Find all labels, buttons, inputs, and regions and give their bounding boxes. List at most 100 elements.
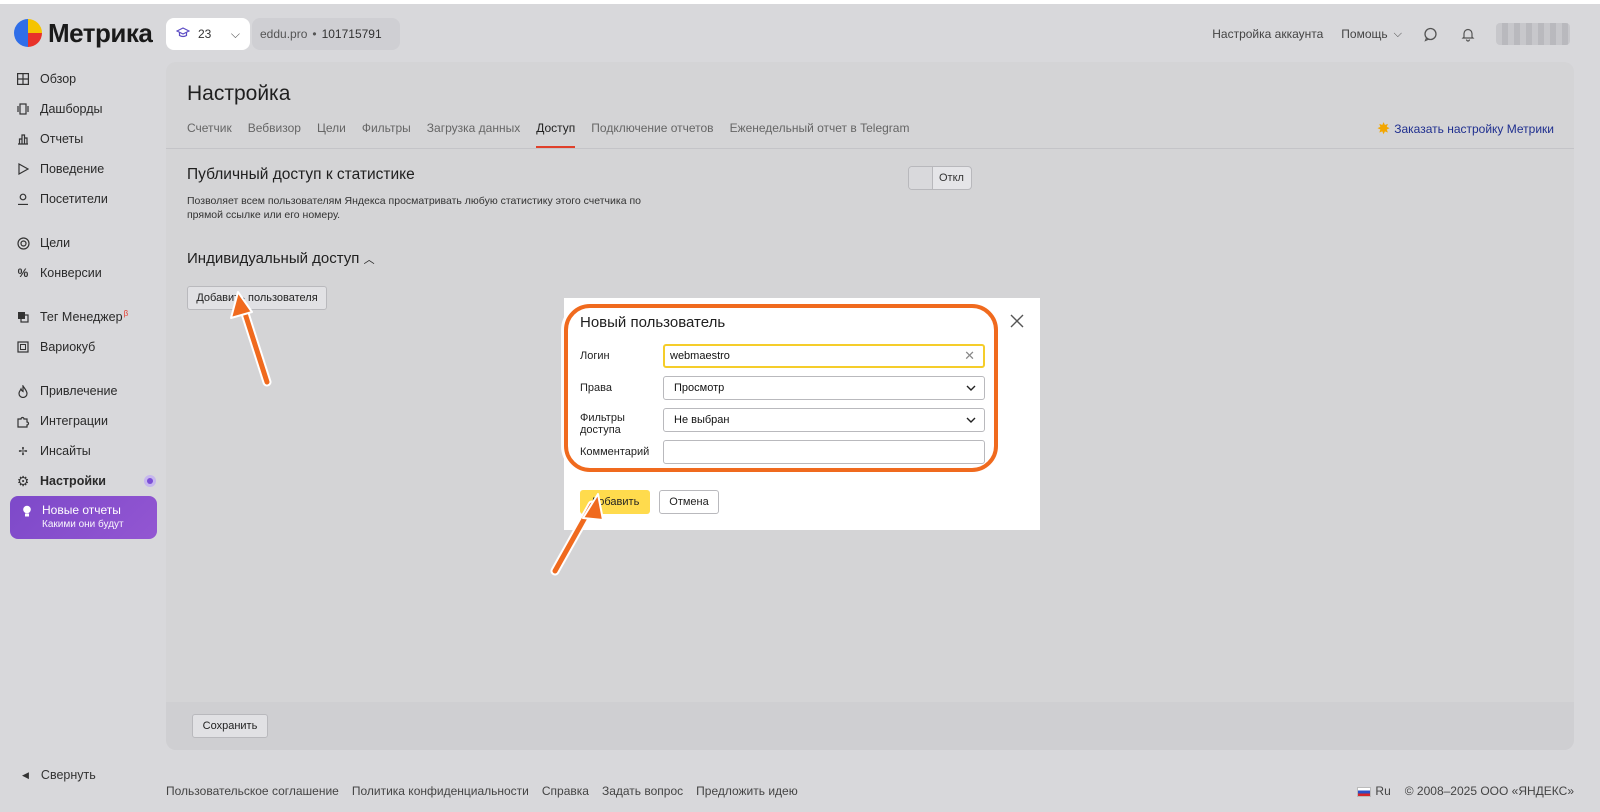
rights-select[interactable]: Просмотр bbox=[663, 376, 985, 400]
language-switcher[interactable]: Ru bbox=[1357, 784, 1391, 798]
app-frame: Метрика 23 ⌵ eddu.pro • 101715791 Настро… bbox=[0, 4, 1600, 812]
counter-select[interactable]: 23 ⌵ bbox=[166, 18, 250, 50]
sidebar-item-overview[interactable]: Обзор bbox=[16, 66, 156, 92]
sparkle-icon: ✢ bbox=[18, 445, 28, 458]
sidebar-item-label: Цели bbox=[40, 236, 71, 250]
sidebar-item-goals[interactable]: Цели bbox=[16, 230, 156, 256]
counter-number: 23 bbox=[198, 27, 212, 41]
sidebar-item-tag-manager[interactable]: Тег Менеджерβ bbox=[16, 304, 156, 330]
chevron-down-icon: ⌵ bbox=[1393, 27, 1402, 40]
toggle-knob bbox=[909, 167, 933, 189]
add-user-button[interactable]: Добавить пользователя bbox=[187, 286, 327, 310]
new-user-dialog: Новый пользователь Логин webmaestro ✕ Пр… bbox=[564, 298, 1040, 530]
public-access-description: Позволяет всем пользователям Яндекса про… bbox=[187, 195, 641, 221]
new-reports-promo[interactable]: Новые отчеты Какими они будут bbox=[10, 496, 157, 539]
login-field[interactable]: webmaestro ✕ bbox=[663, 344, 985, 368]
public-access-toggle[interactable]: Откл bbox=[908, 166, 972, 190]
sidebar-item-variocube[interactable]: Вариокуб bbox=[16, 334, 156, 360]
tab-counter[interactable]: Счетчик bbox=[187, 118, 232, 148]
rights-value: Просмотр bbox=[674, 382, 725, 394]
bell-icon[interactable] bbox=[1458, 24, 1478, 44]
puzzle-icon bbox=[16, 414, 30, 428]
sidebar-item-acquisition[interactable]: Привлечение bbox=[16, 378, 156, 404]
save-button[interactable]: Сохранить bbox=[192, 714, 268, 738]
percent-icon: % bbox=[17, 266, 29, 280]
chevron-down-icon bbox=[966, 414, 976, 426]
gear-icon: ⚙ bbox=[16, 472, 30, 489]
graduation-cap-icon bbox=[175, 26, 191, 42]
tab-access[interactable]: Доступ bbox=[536, 118, 576, 148]
add-button[interactable]: Добавить bbox=[580, 490, 650, 514]
chat-icon[interactable] bbox=[1420, 24, 1440, 44]
tab-webvisor[interactable]: Вебвизор bbox=[248, 118, 301, 148]
comment-label: Комментарий bbox=[580, 446, 650, 458]
sidebar-item-dashboards[interactable]: Дашборды bbox=[16, 96, 156, 122]
footer-link-help[interactable]: Справка bbox=[542, 784, 589, 798]
sidebar-item-label: Инсайты bbox=[40, 444, 91, 458]
sidebar-item-behavior[interactable]: Поведение bbox=[16, 156, 156, 182]
sidebar-item-label: Дашборды bbox=[40, 102, 103, 116]
save-bar: Сохранить bbox=[166, 702, 1574, 750]
tab-telegram-report[interactable]: Еженедельный отчет в Telegram bbox=[730, 118, 910, 148]
sidebar-item-conversions[interactable]: % Конверсии bbox=[16, 260, 156, 286]
sidebar-item-visitors[interactable]: Посетители bbox=[16, 186, 156, 212]
public-access-title: Публичный доступ к статистике bbox=[187, 166, 415, 183]
footer-right: Ru © 2008–2025 ООО «ЯНДЕКС» bbox=[1357, 784, 1574, 798]
comment-field[interactable] bbox=[663, 440, 985, 464]
site-separator: • bbox=[312, 27, 317, 41]
avatar[interactable] bbox=[1496, 23, 1570, 45]
sidebar-item-reports[interactable]: Отчеты bbox=[16, 126, 156, 152]
sidebar-item-label: Настройки bbox=[40, 474, 106, 488]
sidebar-item-label: Интеграции bbox=[40, 414, 109, 428]
chevron-up-icon: ︿ bbox=[363, 254, 375, 266]
tab-data-upload[interactable]: Загрузка данных bbox=[427, 118, 520, 148]
sidebar-item-insights[interactable]: ✢ Инсайты bbox=[16, 438, 156, 464]
tab-filters[interactable]: Фильтры bbox=[362, 118, 411, 148]
sidebar-item-label: Вариокуб bbox=[40, 340, 96, 354]
close-icon[interactable] bbox=[1008, 314, 1026, 332]
site-selector[interactable]: eddu.pro • 101715791 bbox=[252, 18, 400, 50]
help-menu[interactable]: Помощь ⌵ bbox=[1341, 27, 1402, 41]
triangle-left-icon: ◀ bbox=[22, 769, 29, 780]
sidebar-item-integrations[interactable]: Интеграции bbox=[16, 408, 156, 434]
top-bar: Метрика 23 ⌵ eddu.pro • 101715791 Настро… bbox=[0, 4, 1600, 62]
collapse-sidebar-button[interactable]: ◀ Свернуть bbox=[22, 768, 96, 782]
language-label: Ru bbox=[1375, 784, 1391, 798]
footer-link-agreement[interactable]: Пользовательское соглашение bbox=[166, 784, 339, 798]
page-title: Настройка bbox=[187, 82, 291, 105]
person-icon bbox=[16, 192, 30, 206]
tab-report-connections[interactable]: Подключение отчетов bbox=[591, 118, 713, 148]
order-setup-link[interactable]: ✸ Заказать настройку Метрики bbox=[1377, 119, 1554, 139]
variocube-icon bbox=[16, 340, 30, 354]
sidebar-item-label: Привлечение bbox=[40, 384, 118, 398]
login-label: Логин bbox=[580, 350, 610, 362]
footer-link-ask[interactable]: Задать вопрос bbox=[602, 784, 683, 798]
cancel-button[interactable]: Отмена bbox=[659, 490, 719, 514]
tag-manager-icon bbox=[16, 310, 30, 324]
footer-link-privacy[interactable]: Политика конфиденциальности bbox=[352, 784, 529, 798]
tab-goals[interactable]: Цели bbox=[317, 118, 346, 148]
chevron-down-icon: ⌵ bbox=[230, 26, 240, 41]
bar-chart-icon bbox=[16, 132, 30, 146]
sidebar-item-label: Тег Менеджерβ bbox=[40, 309, 129, 325]
footer-link-idea[interactable]: Предложить идею bbox=[696, 784, 798, 798]
clear-icon[interactable]: ✕ bbox=[964, 348, 975, 364]
metrika-logo[interactable]: Метрика bbox=[14, 18, 153, 48]
target-icon bbox=[16, 236, 30, 250]
dashboard-icon bbox=[16, 102, 30, 116]
flame-icon bbox=[16, 384, 30, 398]
rights-label: Права bbox=[580, 382, 612, 394]
login-value: webmaestro bbox=[670, 350, 730, 362]
access-filters-select[interactable]: Не выбран bbox=[663, 408, 985, 432]
counter-id: 101715791 bbox=[321, 27, 382, 41]
footer-links: Пользовательское соглашение Политика кон… bbox=[166, 784, 798, 798]
top-right-controls: Настройка аккаунта Помощь ⌵ bbox=[1212, 20, 1570, 48]
account-settings-link[interactable]: Настройка аккаунта bbox=[1212, 27, 1323, 41]
settings-tabs: Счетчик Вебвизор Цели Фильтры Загрузка д… bbox=[187, 118, 909, 148]
sun-icon: ✸ bbox=[1376, 121, 1391, 138]
individual-access-title[interactable]: Индивидуальный доступ ︿ bbox=[187, 250, 375, 267]
access-filters-label: Фильтры доступа bbox=[580, 412, 625, 436]
sidebar-item-label: Посетители bbox=[40, 192, 108, 206]
sidebar-item-settings[interactable]: ⚙ Настройки bbox=[16, 468, 156, 494]
lightbulb-icon bbox=[22, 505, 32, 521]
